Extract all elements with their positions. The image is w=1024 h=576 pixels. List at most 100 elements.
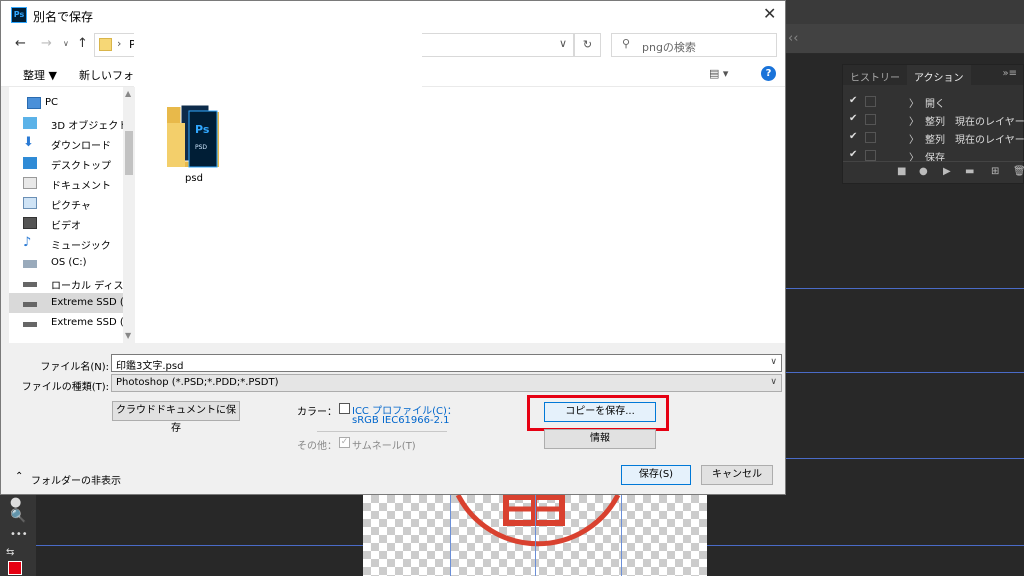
action-row[interactable]: ✔ 〉整列 現在のレイヤー — [843, 111, 1024, 129]
dialog-toggle-box[interactable] — [865, 150, 876, 161]
check-icon[interactable]: ✔ — [849, 149, 857, 160]
expand-icon[interactable]: 〉 — [909, 131, 919, 146]
folder-badge-sub: PSD — [195, 144, 207, 151]
search-input[interactable]: pngの検索 — [642, 39, 696, 55]
check-icon[interactable]: ✔ — [849, 95, 857, 106]
nav-item-local-disk-d[interactable]: ローカル ディスク (D — [9, 273, 135, 293]
save-button[interactable]: 保存(S) — [621, 465, 691, 485]
filetype-select[interactable]: Photoshop (*.PSD;*.PDD;*.PSDT) ∨ — [111, 374, 782, 392]
scroll-up-icon[interactable]: ▲ — [125, 89, 131, 98]
nav-item-extreme-ssd-h[interactable]: Extreme SSD (H:) — [9, 313, 135, 333]
pc-icon — [27, 97, 41, 109]
help-icon[interactable]: ? — [761, 66, 776, 81]
action-row[interactable]: ✔ 〉整列 現在のレイヤー — [843, 129, 1024, 147]
search-icon: ⚲ — [622, 37, 631, 50]
actions-panel: ヒストリー アクション »≡ ✔ 〉開く ✔ 〉整列 現在のレイヤー ✔ 〉整列 現在… — [842, 64, 1024, 184]
play-icon[interactable]: ▶ — [943, 166, 951, 177]
document-canvas[interactable] — [363, 495, 707, 576]
tab-history[interactable]: ヒストリー — [843, 65, 907, 85]
dialog-toggle-box[interactable] — [865, 114, 876, 125]
icc-profile-checkbox[interactable] — [339, 403, 350, 414]
new-action-icon[interactable]: ⊞ — [991, 166, 999, 177]
chevron-down-icon[interactable]: ∨ — [770, 377, 777, 387]
os-drive-icon — [23, 260, 37, 268]
thumbnail-checkbox[interactable]: ✓ — [339, 437, 350, 448]
drive-icon — [23, 322, 37, 327]
expand-icon[interactable]: 〉 — [909, 95, 919, 110]
info-button[interactable]: 情報 — [544, 429, 656, 449]
nav-item-extreme-ssd-g[interactable]: Extreme SSD (G:) — [9, 293, 135, 313]
nav-item-documents[interactable]: ドキュメント — [9, 173, 123, 193]
highlight-box — [527, 395, 669, 431]
scroll-thumb[interactable] — [125, 131, 133, 175]
check-icon[interactable]: ✔ — [849, 113, 857, 124]
nav-item-pictures[interactable]: ピクチャ — [9, 193, 123, 213]
scroll-down-icon[interactable]: ▼ — [125, 331, 131, 340]
more-tools-icon[interactable]: ••• — [10, 529, 28, 540]
nav-item-desktop[interactable]: デスクトップ — [9, 153, 123, 173]
blur-tool-icon[interactable]: ● — [10, 495, 21, 510]
stop-icon[interactable]: ■ — [897, 166, 906, 177]
navigation-pane: PC 3D オブジェクト ⬇ ダウンロード デスクトップ ドキュメント ピクチャ … — [9, 87, 135, 343]
folder-badge: Ps — [195, 123, 210, 136]
filename-label: ファイル名(N): — [40, 362, 109, 373]
guide-line — [786, 372, 1024, 373]
foreground-color-swatch[interactable] — [8, 561, 22, 575]
guide-line — [621, 495, 622, 576]
file-list[interactable] — [135, 87, 785, 343]
icc-profile-value: sRGB IEC61966-2.1 — [352, 415, 450, 426]
nav-item-os-c[interactable]: OS (C:) — [9, 253, 123, 273]
folder-item-psd[interactable]: Ps PSD — [165, 97, 223, 169]
nav-item-pc[interactable]: PC — [9, 93, 123, 113]
desktop-icon — [23, 157, 37, 169]
guide-line — [786, 288, 1024, 289]
zoom-tool-icon[interactable]: 🔍 — [10, 509, 26, 524]
delete-icon[interactable]: 🗑 — [1013, 166, 1024, 177]
close-button[interactable]: ✕ — [763, 4, 776, 23]
forward-arrow-icon[interactable]: → — [41, 36, 52, 51]
default-colors-icon[interactable]: ⇆ — [6, 547, 14, 558]
nav-item-music[interactable]: ♪ ミュージック — [9, 233, 123, 253]
nav-item-downloads[interactable]: ⬇ ダウンロード — [9, 133, 123, 153]
hide-folders-button[interactable]: フォルダーの非表示 — [31, 472, 121, 487]
collapse-icon[interactable]: ⌃ — [15, 471, 23, 482]
action-row[interactable]: ✔ 〉開く — [843, 93, 1024, 111]
new-set-folder-icon[interactable]: ▬ — [965, 166, 974, 177]
check-icon[interactable]: ✔ — [849, 131, 857, 142]
record-icon[interactable]: ● — [919, 166, 928, 177]
recent-locations-icon[interactable]: ∨ — [63, 39, 69, 48]
nav-scrollbar[interactable]: ▲ ▼ — [123, 87, 135, 343]
filename-input[interactable]: 印鑑3文字.psd ∨ — [111, 354, 782, 372]
chevron-down-icon[interactable]: ∨ — [770, 357, 777, 367]
chevron-right-icon: › — [117, 37, 122, 50]
picture-icon — [23, 197, 37, 209]
tab-actions[interactable]: アクション — [907, 65, 971, 85]
guide-line — [786, 458, 1024, 459]
panel-menu-icon[interactable]: »≡ — [997, 65, 1024, 85]
save-to-cloud-button[interactable]: クラウドドキュメントに保存 — [112, 401, 240, 434]
drive-icon — [23, 282, 37, 287]
video-icon — [23, 217, 37, 229]
other-label: その他： — [297, 441, 337, 452]
dialog-toggle-box[interactable] — [865, 96, 876, 107]
action-label: 開く — [925, 99, 945, 110]
dialog-toggle-box[interactable] — [865, 132, 876, 143]
occluding-panel — [134, 29, 422, 89]
up-arrow-icon[interactable]: ↑ — [77, 36, 88, 51]
cancel-button[interactable]: キャンセル — [701, 465, 773, 485]
ps-tools-panel: ● 🔍 ••• ⇆ — [0, 495, 36, 576]
guide-line — [535, 495, 536, 576]
nav-item-3d-objects[interactable]: 3D オブジェクト — [9, 113, 128, 133]
expand-icon[interactable]: 〉 — [909, 113, 919, 128]
search-box[interactable]: ⚲ pngの検索 — [611, 33, 777, 57]
download-icon: ⬇ — [23, 135, 34, 150]
divider — [317, 431, 447, 432]
refresh-button[interactable]: ↻ — [574, 33, 601, 57]
filename-value: 印鑑3文字.psd — [116, 361, 184, 372]
chevron-down-icon[interactable]: ∨ — [559, 37, 567, 50]
view-options-icon[interactable]: ▤ ▾ — [709, 67, 728, 80]
panel-collapse-icon[interactable]: ‹‹ — [788, 31, 798, 46]
organize-button[interactable]: 整理 ▼ — [23, 67, 57, 83]
back-arrow-icon[interactable]: ← — [15, 36, 26, 51]
nav-item-videos[interactable]: ビデオ — [9, 213, 123, 233]
